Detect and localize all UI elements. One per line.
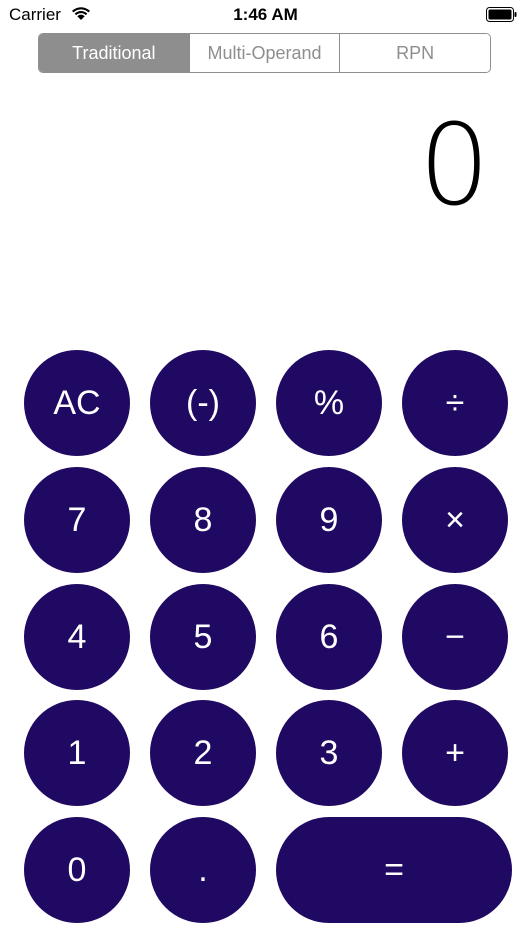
segment-traditional[interactable]: Traditional (39, 34, 189, 72)
decimal-label: . (198, 850, 208, 889)
equals-icon: = (384, 850, 404, 889)
add-button[interactable]: + (402, 700, 508, 806)
multiply-button[interactable]: × (402, 467, 508, 573)
negate-button-label: (-) (186, 383, 220, 422)
digit-3-button[interactable]: 3 (276, 700, 382, 806)
digit-7-label: 7 (67, 500, 87, 539)
status-bar: Carrier 1:46 AM (0, 0, 531, 30)
negate-button[interactable]: (-) (150, 350, 256, 456)
divide-icon: ÷ (445, 383, 465, 422)
mode-segmented-control: Traditional Multi-Operand RPN (38, 33, 491, 73)
digit-6-label: 6 (319, 617, 339, 656)
digit-9-button[interactable]: 9 (276, 467, 382, 573)
digit-8-label: 8 (193, 500, 213, 539)
digit-6-button[interactable]: 6 (276, 584, 382, 690)
result-display: 0 (418, 101, 490, 231)
divide-button[interactable]: ÷ (402, 350, 508, 456)
clear-button[interactable]: AC (24, 350, 130, 456)
digit-4-label: 4 (67, 617, 87, 656)
digit-1-label: 1 (67, 733, 87, 772)
multiply-icon: × (445, 500, 465, 539)
digit-3-label: 3 (319, 733, 339, 772)
digit-5-button[interactable]: 5 (150, 584, 256, 690)
digit-0-button[interactable]: 0 (24, 817, 130, 923)
digit-2-button[interactable]: 2 (150, 700, 256, 806)
battery-icon (486, 7, 517, 22)
status-time: 1:46 AM (233, 5, 298, 24)
minus-icon: − (445, 617, 465, 656)
digit-9-label: 9 (319, 500, 339, 539)
digit-0-label: 0 (67, 850, 87, 889)
digit-5-label: 5 (193, 617, 213, 656)
subtract-button[interactable]: − (402, 584, 508, 690)
percent-button[interactable]: % (276, 350, 382, 456)
digit-7-button[interactable]: 7 (24, 467, 130, 573)
plus-icon: + (445, 733, 465, 772)
digit-4-button[interactable]: 4 (24, 584, 130, 690)
equals-button[interactable]: = (276, 817, 512, 923)
digit-2-label: 2 (193, 733, 213, 772)
clear-button-label: AC (53, 383, 101, 422)
digit-8-button[interactable]: 8 (150, 467, 256, 573)
digit-1-button[interactable]: 1 (24, 700, 130, 806)
decimal-button[interactable]: . (150, 817, 256, 923)
percent-button-label: % (313, 383, 345, 422)
segment-rpn[interactable]: RPN (339, 34, 490, 72)
segment-multi-operand[interactable]: Multi-Operand (188, 34, 340, 72)
